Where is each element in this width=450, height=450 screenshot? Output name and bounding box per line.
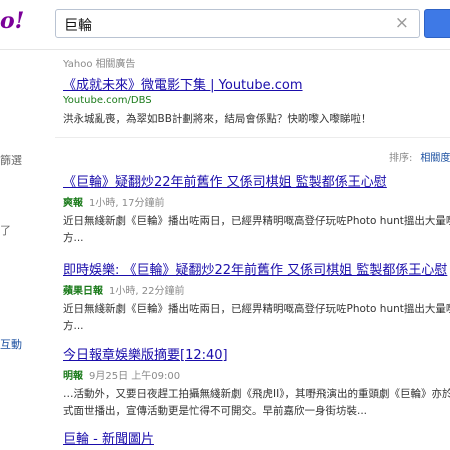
clear-icon[interactable]: × (395, 13, 409, 33)
sort-value[interactable]: 相關度 (420, 153, 450, 164)
result-snippet-line: 式面世播出，宣傳活動更是忙得不可開交。早前嘉欣一身街坊裝... (63, 405, 368, 417)
result-snippet: 近日無綫新劇《巨輪》播出咗兩日，已經畀精明嘅高登仔玩咗Photo hunt搵出大… (63, 301, 450, 335)
ad-label-sponsor: 相關廣告 (95, 59, 136, 70)
result-meta: 蘋果日報 1小時, 22分鐘前 (63, 282, 450, 297)
result-meta: 明報 9月25日 上午09:00 (63, 367, 450, 382)
sidebar-item-2[interactable]: 了 (0, 222, 11, 238)
result-source[interactable]: 蘋果日報 (63, 286, 103, 297)
result-title-link[interactable]: 今日報章娛樂版摘要[12:40] (63, 344, 450, 363)
result-source[interactable]: 明報 (63, 371, 83, 382)
ad-label-brand: Yahoo (63, 59, 93, 70)
result-time: 1小時, 22分鐘前 (109, 286, 185, 297)
result-snippet-line: …活動外，又要日夜趕工拍攝無綫新劇《飛虎II》，其嘢飛演出的重頭劇《巨輪》亦於 (63, 388, 450, 400)
ad-description: 洪永城亂喪，為翠如BB計劃將來，結局會係點？快啲嚟入嚟睇啦！ (63, 113, 372, 125)
sort-control[interactable]: 排序: 相關度 (389, 149, 450, 164)
result-title-link[interactable]: 巨輪 - 新聞圖片 (63, 428, 450, 447)
result-snippet-line: 近日無綫新劇《巨輪》播出咗兩日，已經畀精明嘅高登仔玩咗Photo hunt搵出大… (63, 215, 450, 227)
sidebar-item-interactive[interactable]: 互動 (0, 336, 22, 352)
search-query-text[interactable]: 巨輪 (64, 15, 92, 35)
yahoo-logo[interactable]: o! (0, 8, 24, 34)
sidebar-item-filter[interactable]: 篩選 (0, 152, 22, 168)
sort-label: 排序: (389, 153, 413, 164)
result-snippet: 近日無綫新劇《巨輪》播出咗兩日，已經畀精明嘅高登仔玩咗Photo hunt搵出大… (63, 213, 450, 247)
result-time: 1小時, 17分鐘前 (89, 198, 165, 209)
result-snippet: …活動外，又要日夜趕工拍攝無綫新劇《飛虎II》，其嘢飛演出的重頭劇《巨輪》亦於 … (63, 386, 450, 420)
news-result: 《巨輪》疑翻炒22年前舊作 又係司棋姐 監製都係王心慰 爽報 1小時, 17分鐘前… (63, 171, 450, 247)
result-title-link[interactable]: 《巨輪》疑翻炒22年前舊作 又係司棋姐 監製都係王心慰 (63, 171, 450, 190)
ad-label: Yahoo 相關廣告 (63, 55, 135, 70)
header-divider (0, 49, 450, 50)
section-divider (55, 137, 450, 138)
result-meta: 爽報 1小時, 17分鐘前 (63, 194, 450, 209)
news-result: 即時娛樂: 《巨輪》疑翻炒22年前舊作 又係司棋姐 監製都係王心慰 蘋果日報 1小… (63, 259, 450, 335)
result-source[interactable]: 爽報 (63, 198, 83, 209)
result-snippet-line: 方... (63, 320, 84, 332)
news-result: 今日報章娛樂版摘要[12:40] 明報 9月25日 上午09:00 …活動外，又要… (63, 344, 450, 420)
result-time: 9月25日 上午09:00 (89, 371, 181, 382)
ad-url[interactable]: Youtube.com/DBS (63, 95, 152, 106)
result-snippet-line: 近日無綫新劇《巨輪》播出咗兩日，已經畀精明嘅高登仔玩咗Photo hunt搵出大… (63, 303, 450, 315)
search-button[interactable] (424, 9, 450, 38)
news-result: 巨輪 - 新聞圖片 (63, 428, 450, 447)
result-title-link[interactable]: 即時娛樂: 《巨輪》疑翻炒22年前舊作 又係司棋姐 監製都係王心慰 (63, 259, 450, 278)
ad-title-link[interactable]: 《成就未來》微電影下集 | Youtube.com (63, 74, 303, 93)
result-snippet-line: 方... (63, 232, 84, 244)
search-input[interactable]: 巨輪 × (55, 9, 420, 38)
